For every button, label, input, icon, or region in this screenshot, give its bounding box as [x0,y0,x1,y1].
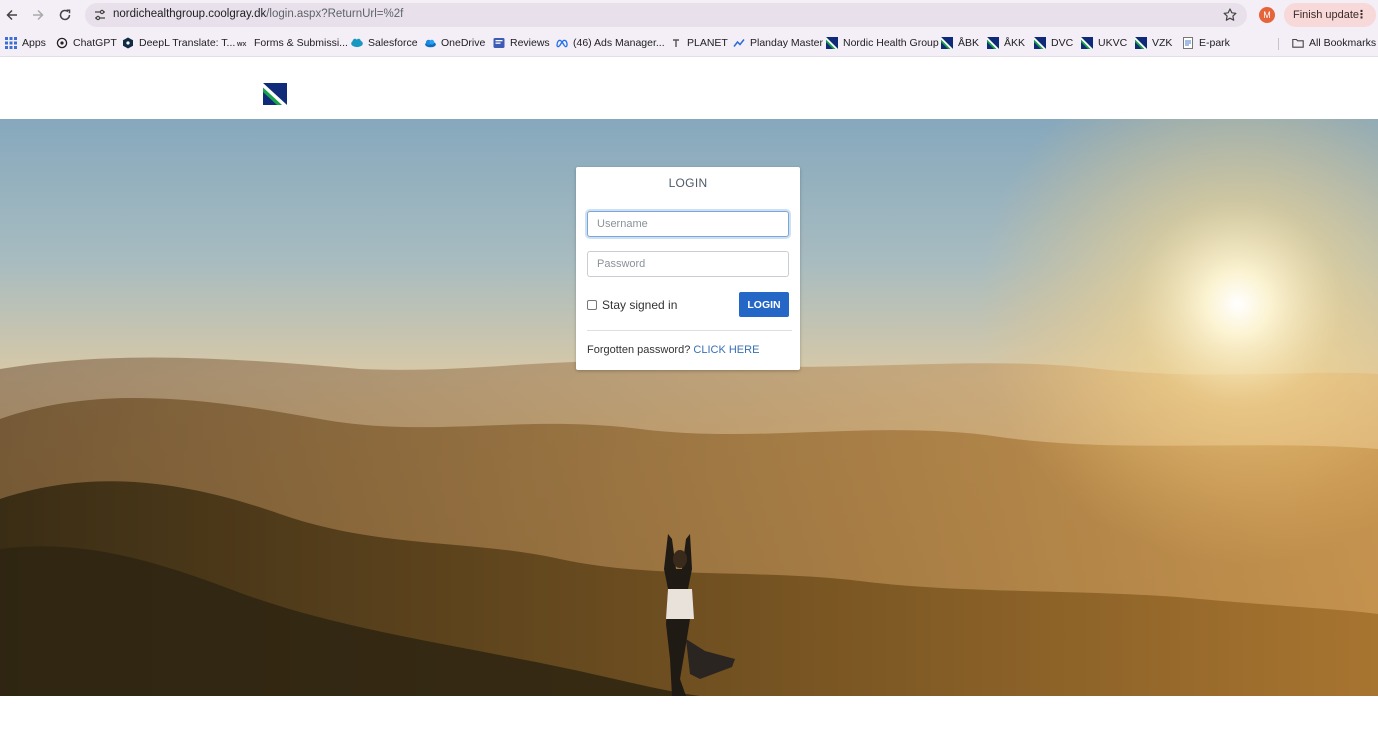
back-arrow-icon[interactable] [2,5,22,25]
stay-signed-in-checkbox[interactable] [587,300,597,310]
password-input[interactable] [587,251,789,277]
url-text: nordichealthgroup.coolgray.dk/login.aspx… [113,8,403,20]
meta-icon [556,39,568,48]
svg-text:wx: wx [237,41,246,48]
nordic-health-group-logo[interactable] [263,83,287,105]
bookmark-forms[interactable]: wx Forms & Submissi... [237,36,348,50]
bookmark-star-icon[interactable] [1222,7,1238,23]
nhg-logo-icon [1034,37,1046,49]
nhg-logo-icon [826,37,838,49]
finish-update-label: Finish update [1293,9,1360,21]
page-header [0,58,1378,119]
bookmark-label: (46) Ads Manager... [573,37,665,49]
bookmark-label: Salesforce [368,37,418,49]
bookmark-label: ChatGPT [73,37,117,49]
forgot-password-text: Forgotten password? [587,344,694,356]
salesforce-icon [351,38,363,48]
apps-grid-icon [5,37,17,49]
profile-avatar[interactable]: M [1259,7,1275,23]
forgot-password-row: Forgotten password? CLICK HERE [587,344,759,356]
nhg-logo-icon [941,37,953,49]
url-path: /login.aspx?ReturnUrl=%2f [266,8,404,20]
reload-icon[interactable] [55,5,75,25]
finish-update-button[interactable]: Finish update ⋮ [1284,3,1376,27]
bookmark-ads-manager[interactable]: (46) Ads Manager... [556,36,665,50]
deepl-icon [123,37,133,49]
bookmarks-divider [1278,38,1279,50]
bookmark-planday[interactable]: Planday Master [733,36,823,50]
onedrive-icon [425,39,436,48]
page-footer-area [0,696,1378,739]
bookmark-abk[interactable]: ÅBK [941,36,979,50]
bookmark-chatgpt[interactable]: ChatGPT [56,36,117,50]
stay-signed-in-label: Stay signed in [602,298,678,312]
reviews-icon [493,38,505,48]
bookmark-label: OneDrive [441,37,486,49]
document-icon [1183,37,1193,49]
bookmark-e-park[interactable]: E-park [1182,36,1230,50]
bookmark-apps[interactable]: Apps [5,36,46,50]
username-input[interactable] [587,211,789,237]
bookmark-nordic-health-group[interactable]: Nordic Health Group [826,36,939,50]
bookmark-label: Forms & Submissi... [254,37,348,49]
bookmark-reviews[interactable]: Reviews [493,36,550,50]
nhg-logo-icon [1135,37,1147,49]
login-button[interactable]: LOGIN [739,292,789,317]
bookmark-label: ÅBK [958,37,980,49]
bookmark-label: ÅKK [1004,37,1026,49]
nhg-logo-icon [987,37,999,49]
bookmark-ukvc[interactable]: UKVC [1081,36,1127,50]
all-bookmarks-button[interactable]: All Bookmarks [1292,36,1376,50]
card-divider [587,330,792,331]
bookmark-label: Nordic Health Group [843,37,939,49]
more-menu-icon[interactable]: ⋮ [1356,8,1367,21]
planday-icon [733,39,745,47]
bookmarks-bar: Apps ChatGPT DeepL Translate: T... wx Fo… [0,30,1378,57]
bookmark-onedrive[interactable]: OneDrive [424,36,485,50]
address-bar[interactable]: nordichealthgroup.coolgray.dk/login.aspx… [85,3,1247,27]
browser-toolbar: nordichealthgroup.coolgray.dk/login.aspx… [0,0,1378,30]
folder-icon [1292,38,1304,48]
stay-signed-in-option[interactable]: Stay signed in [587,297,677,313]
bookmark-label: DeepL Translate: T... [139,37,236,49]
bookmark-label: E-park [1199,37,1230,49]
login-card: LOGIN Stay signed in LOGIN Forgotten pas… [576,167,800,370]
login-title: LOGIN [668,176,708,190]
site-settings-icon[interactable] [92,7,108,23]
url-host: nordichealthgroup.coolgray.dk [113,8,267,20]
bookmark-akk[interactable]: ÅKK [987,36,1025,50]
bookmark-label: UKVC [1098,37,1128,49]
bookmark-label: VZK [1152,37,1173,49]
bookmark-label: Apps [22,37,46,49]
bookmark-label: Reviews [510,37,550,49]
bookmark-label: PLANET [687,37,728,49]
forms-icon: wx [237,41,246,48]
chatgpt-icon [56,37,68,49]
forgot-password-link[interactable]: CLICK HERE [693,344,759,356]
bookmark-dvc[interactable]: DVC [1034,36,1073,50]
bookmark-planet[interactable]: PLANET [670,36,728,50]
bookmark-salesforce[interactable]: Salesforce [351,36,418,50]
bookmark-deepl[interactable]: DeepL Translate: T... [122,36,235,50]
nhg-logo-icon [1081,37,1093,49]
planet-icon [673,39,679,47]
forward-arrow-icon[interactable] [28,5,48,25]
all-bookmarks-label: All Bookmarks [1309,37,1377,49]
bookmark-vzk[interactable]: VZK [1135,36,1172,50]
bookmark-label: Planday Master [750,37,823,49]
bookmark-label: DVC [1051,37,1074,49]
